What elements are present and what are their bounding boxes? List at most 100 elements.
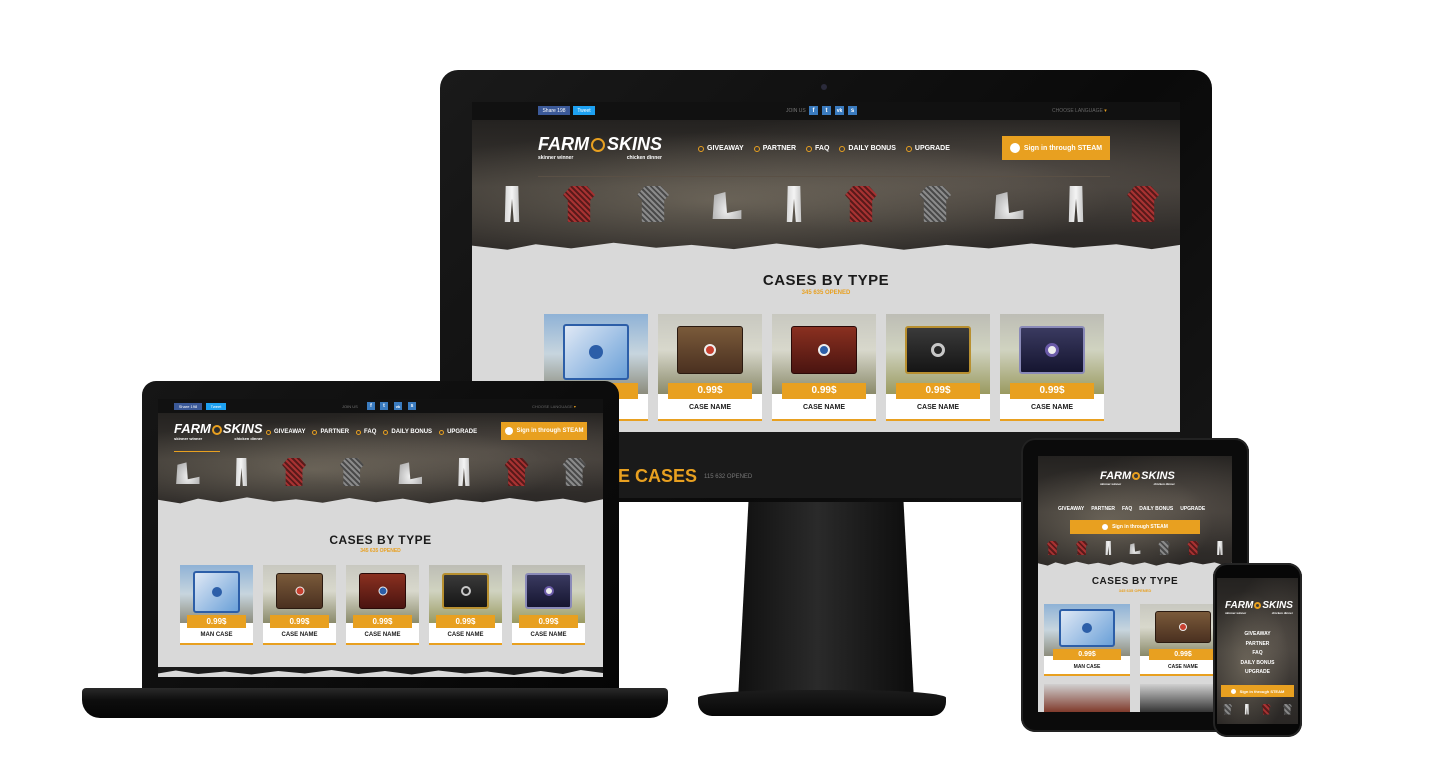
nav-partner[interactable]: PARTNER [753, 145, 796, 152]
monitor-stand [738, 500, 914, 700]
twitter-icon[interactable]: t [380, 402, 388, 410]
skins-carousel [1038, 540, 1232, 556]
case-card[interactable]: 0.99$ CASE NAME [658, 314, 762, 421]
steam-icon[interactable]: s [848, 106, 857, 115]
skin-pants[interactable] [1244, 703, 1249, 715]
skin-shirt-red[interactable] [1127, 186, 1159, 222]
skin-shoes[interactable] [1129, 543, 1141, 554]
site-logo[interactable]: FARM SKINS skinner winner chicken dinner [174, 421, 263, 441]
nav-bullet-icon [905, 145, 912, 152]
skin-pants[interactable] [235, 458, 248, 486]
nav-upgrade[interactable]: UPGRADE [1217, 668, 1298, 678]
case-price: 0.99$ [187, 615, 246, 628]
frying-pan-icon [591, 138, 605, 153]
skin-pants[interactable] [504, 186, 520, 222]
case-card[interactable]: 0.99$ MAN CASE [1044, 604, 1130, 676]
nav-faq[interactable]: FAQ [1122, 506, 1132, 512]
skin-shirt-grey[interactable] [1282, 703, 1292, 715]
nav-giveaway[interactable]: GIVEAWAY [1217, 630, 1298, 640]
facebook-share-button[interactable]: Share 198 [538, 106, 570, 115]
skin-shirt-red[interactable] [1046, 541, 1059, 555]
skin-shirt-red[interactable] [1075, 541, 1088, 555]
case-card[interactable]: 0.99$ CASE NAME [886, 314, 990, 421]
language-selector[interactable]: CHOOSE LANGUAGE ▾ [1052, 108, 1107, 114]
skin-shirt-red[interactable] [1261, 703, 1271, 715]
vk-icon[interactable]: vk [394, 402, 402, 410]
skin-shoes[interactable] [994, 192, 1024, 219]
skin-shirt-red[interactable] [845, 186, 877, 222]
case-card-partial[interactable] [1044, 684, 1130, 712]
skin-pants[interactable] [1068, 186, 1084, 222]
skin-shirt-red[interactable] [563, 186, 595, 222]
language-selector[interactable]: CHOOSE LANGUAGE ▾ [532, 404, 576, 409]
case-image [658, 314, 762, 394]
laptop-screen: Share 198 Tweet JOIN US f t vk s CHOOSE … [158, 399, 603, 677]
case-card[interactable]: 0.99$ CASE NAME [1000, 314, 1104, 421]
case-card[interactable]: 0.99$ CASE NAME [429, 565, 502, 645]
case-box [676, 326, 744, 374]
case-emblem-icon [1179, 623, 1187, 631]
skin-shirt-grey[interactable] [1158, 541, 1171, 555]
skin-shoes[interactable] [712, 192, 742, 219]
frying-pan-icon [1132, 472, 1141, 481]
nav-faq[interactable]: FAQ [356, 429, 376, 435]
steam-sign-in-button[interactable]: Sign in through STEAM [1002, 136, 1110, 160]
skin-shirt-grey[interactable] [339, 458, 364, 486]
steam-logo-icon [504, 427, 513, 435]
nav-faq[interactable]: FAQ [806, 145, 829, 152]
case-name: MAN CASE [200, 632, 233, 638]
case-card[interactable]: 0.99$ CASE NAME [263, 565, 336, 645]
nav-partner[interactable]: PARTNER [1091, 506, 1115, 512]
nav-giveaway[interactable]: GIVEAWAY [1058, 506, 1084, 512]
vk-icon[interactable]: vk [835, 106, 844, 115]
tweet-button[interactable]: Tweet [206, 403, 226, 410]
nav-daily-bonus[interactable]: DAILY BONUS [1139, 506, 1173, 512]
skin-shirt-red[interactable] [1187, 541, 1200, 555]
case-card[interactable]: 0.99$ MAN CASE [180, 565, 253, 645]
case-box [562, 324, 630, 380]
case-card[interactable]: 0.99$ CASE NAME [772, 314, 876, 421]
steam-icon[interactable]: s [408, 402, 416, 410]
skin-shoes[interactable] [398, 462, 423, 484]
skin-shirt-red[interactable] [504, 458, 529, 486]
skin-shirt-grey[interactable] [637, 186, 669, 222]
steam-sign-in-button[interactable]: Sign in through STEAM [1221, 685, 1294, 697]
skins-carousel [158, 457, 603, 487]
case-card[interactable]: 0.99$ CASE NAME [512, 565, 585, 645]
case-emblem-icon [211, 587, 222, 597]
nav-daily-bonus[interactable]: DAILY BONUS [1217, 659, 1298, 669]
nav-upgrade[interactable]: UPGRADE [905, 145, 950, 152]
facebook-icon[interactable]: f [367, 402, 375, 410]
tweet-button[interactable]: Tweet [573, 106, 595, 115]
skin-pants[interactable] [1217, 541, 1223, 555]
nav-giveaway[interactable]: GIVEAWAY [698, 145, 744, 152]
skin-pants[interactable] [458, 458, 470, 486]
facebook-share-button[interactable]: Share 198 [174, 403, 202, 410]
case-emblem-icon [1082, 623, 1092, 633]
twitter-icon[interactable]: t [822, 106, 831, 115]
case-card[interactable]: 0.99$ CASE NAME [346, 565, 419, 645]
site-logo[interactable]: FARM SKINS skinner winner chicken dinner [1100, 470, 1175, 486]
site-logo[interactable]: FARM SKINS skinner winner chicken dinner [538, 134, 662, 161]
steam-sign-in-button[interactable]: Sign in through STEAM [1070, 520, 1200, 534]
nav-partner[interactable]: PARTNER [312, 429, 349, 435]
nav-partner[interactable]: PARTNER [1217, 640, 1298, 650]
skin-shoes[interactable] [176, 462, 200, 484]
skin-shirt-grey[interactable] [919, 186, 951, 222]
facebook-icon[interactable]: f [809, 106, 818, 115]
site-logo[interactable]: FARM SKINS skinner winner chicken dinner [1225, 600, 1293, 615]
skin-pants[interactable] [1105, 541, 1112, 555]
nav-upgrade[interactable]: UPGRADE [439, 429, 477, 435]
nav-faq[interactable]: FAQ [1217, 649, 1298, 659]
nav-daily-bonus[interactable]: DAILY BONUS [383, 429, 432, 435]
case-box [276, 573, 323, 609]
nav-upgrade[interactable]: UPGRADE [1180, 506, 1205, 512]
skin-shirt-red[interactable] [282, 458, 307, 486]
skin-shirt-grey[interactable] [562, 458, 587, 486]
skin-shirt-grey[interactable] [1223, 703, 1233, 715]
nav-daily-bonus[interactable]: DAILY BONUS [839, 145, 896, 152]
cases-grid: 0.99$ MAN CASE 0.99$ CASE NAME 0.99$ CAS… [180, 565, 585, 645]
skin-pants[interactable] [786, 186, 802, 222]
steam-sign-in-button[interactable]: Sign in through STEAM [501, 422, 587, 440]
nav-giveaway[interactable]: GIVEAWAY [266, 429, 305, 435]
